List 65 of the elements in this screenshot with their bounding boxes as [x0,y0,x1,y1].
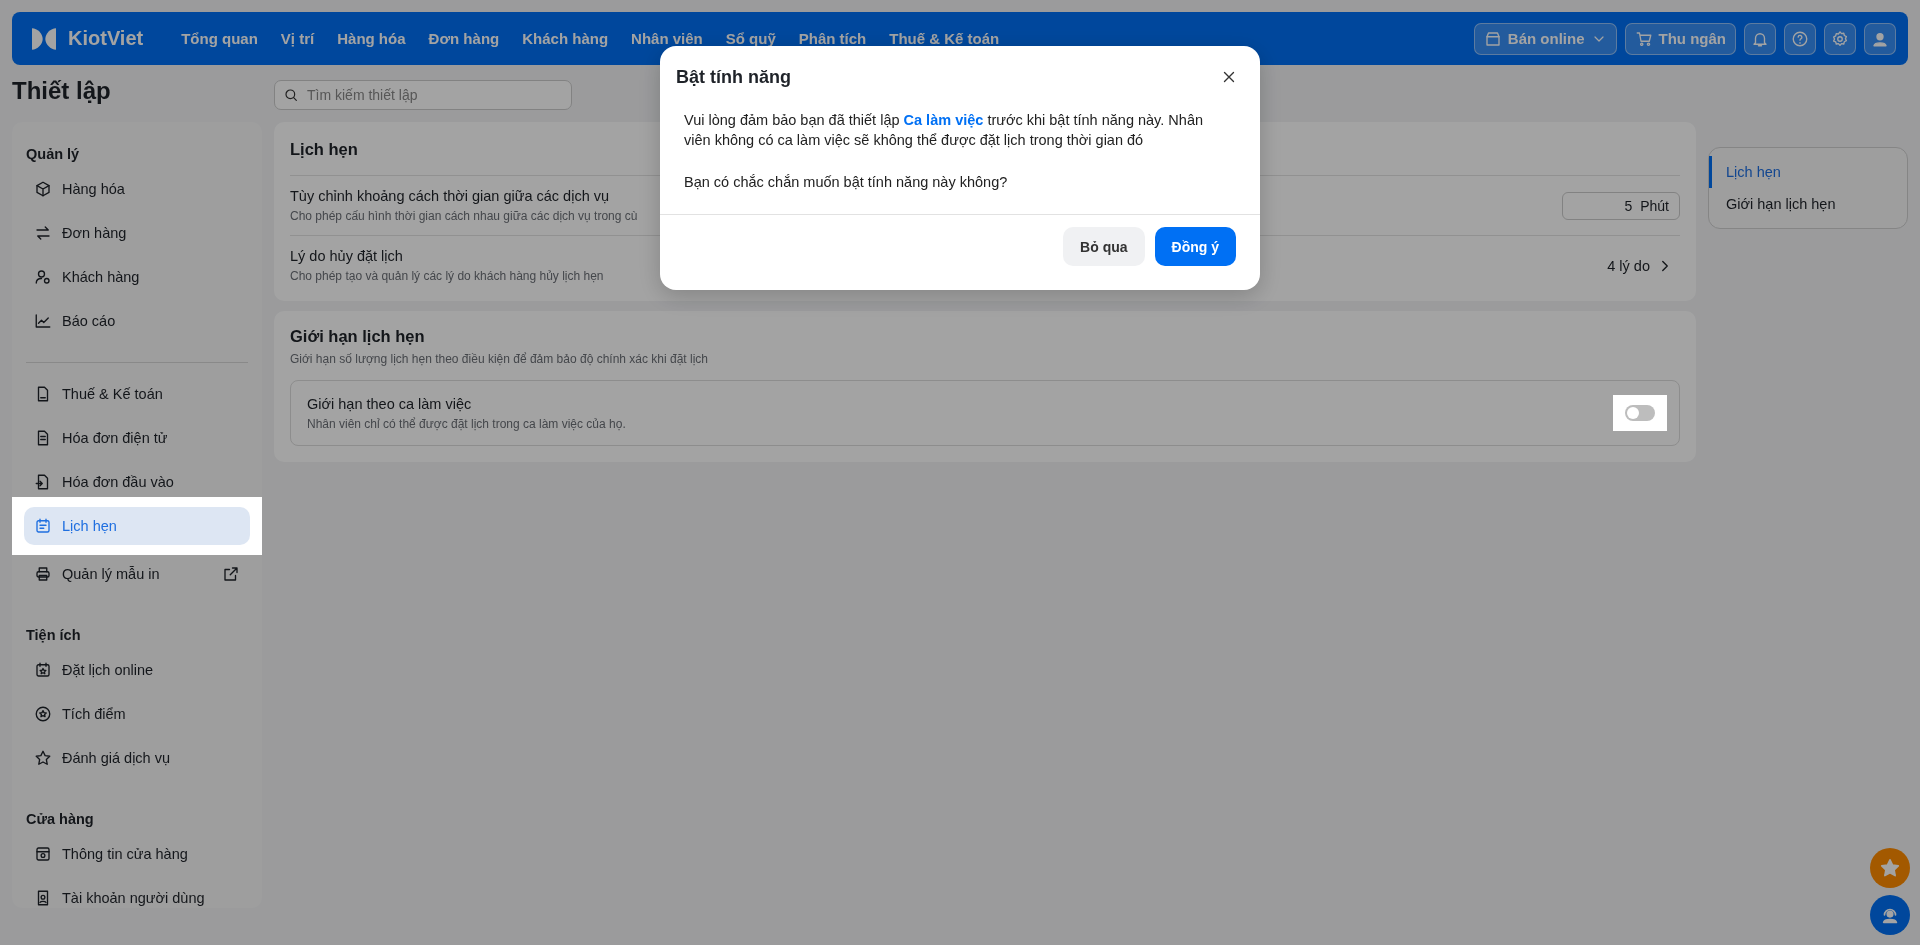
help-icon [1791,29,1809,48]
nav-link[interactable]: Phân tích [798,30,867,47]
sidebar-item[interactable]: Hàng hóa [24,170,250,208]
sidebar-item[interactable]: Đặt lịch online [24,651,250,689]
logo-text[interactable]: KiotViet [68,27,144,50]
rating-button[interactable] [1870,848,1910,888]
store-icon [1483,29,1502,48]
nav-link[interactable]: Đơn hàng [428,30,500,47]
search-field[interactable]: Tìm kiếm thiết lập [274,80,572,110]
nav-link[interactable]: Hàng hóa [337,30,406,47]
sidebar-item[interactable]: Tích điểm [24,695,250,733]
dialog-question: Bạn có chắc chắn muốn bật tính năng này không? [684,173,1009,192]
sidebar-item[interactable]: Đánh giá dịch vụ [24,739,250,777]
support-button[interactable] [1870,895,1910,935]
setting-title: Giới hạn theo ca làm việc [307,395,472,412]
printer-icon [34,565,52,583]
cart-icon [1634,29,1653,48]
sidebar-item[interactable]: Hóa đơn điện tử [24,419,250,457]
confirm-button[interactable]: Đồng ý [1154,227,1236,266]
store-icon [34,845,52,863]
sidebar-item[interactable]: Quản lý mẫu in [24,555,250,593]
star-circle-icon [34,705,52,723]
sidebar-item[interactable]: Đơn hàng [24,214,250,252]
section-link[interactable]: Lịch hẹn [1709,156,1907,188]
toggle-switch[interactable] [1625,405,1655,421]
dialog-title: Bật tính năng [676,66,791,88]
star-icon [1879,857,1901,879]
star-icon [34,749,52,767]
setting-description: Cho phép cấu hình thời gian cách nhau giữa các dịch vụ trong cù [290,209,638,223]
external-link-icon [222,565,240,583]
box-icon [34,180,52,198]
sidebar-item[interactable]: Tài khoản người dùng [24,879,250,917]
nav-link[interactable]: Vị trí [280,30,315,47]
setting-description: Cho phép tạo và quản lý các lý do khách hàng hủy lịch hẹn [290,269,604,283]
nav-link[interactable]: Khách hàng [522,30,609,47]
cancel-button[interactable]: Bỏ qua [1063,227,1145,266]
search-icon [283,87,299,103]
card-description: Giới hạn số lượng lịch hẹn theo điều kiện để đảm bảo độ chính xác khi đặt lịch [290,352,710,366]
chart-icon [34,312,52,330]
nav-link[interactable]: Tổng quan [181,30,258,47]
setting-description: Nhân viên chỉ có thể được đặt lịch trong ca làm việc của họ. [307,416,626,431]
section-heading: Tiện ích [25,626,82,645]
card-title: Giới hạn lịch hẹn [290,327,426,346]
sidebar-item[interactable]: Khách hàng [24,258,250,296]
search-input[interactable]: Tìm kiếm thiết lập [305,86,563,104]
settings-icon [1831,29,1849,48]
sidebar-item[interactable]: Lịch hẹn [24,507,250,545]
nav-link[interactable]: Nhân viên [631,30,703,47]
user-icon [34,268,52,286]
nav-link[interactable]: Sổ quỹ [725,30,776,47]
setting-title: Tùy chỉnh khoảng cách thời gian giữa các dịch vụ [290,188,610,204]
nav-link[interactable]: Thuế & Kế toán [889,30,1000,47]
section-heading: Cửa hàng [25,810,95,829]
section-link[interactable]: Giới hạn lịch hẹn [1709,188,1907,220]
sidebar-item[interactable]: Thông tin cửa hàng [24,835,250,873]
sidebar-item[interactable]: Hóa đơn đầu vào [24,463,250,501]
section-heading: Quản lý [25,145,81,164]
page-title: Thiết lập [12,77,112,105]
setting-title: Lý do hủy đặt lịch [290,248,403,264]
duration-field[interactable]: 5 Phút [1562,191,1680,220]
swap-arrows-icon [34,224,52,242]
reasons-link[interactable]: 4 lý do [1607,256,1680,275]
sidebar-item[interactable]: Báo cáo [24,302,250,340]
calendar-icon [34,517,52,535]
sidebar-item[interactable]: Thuế & Kế toán [24,375,250,413]
